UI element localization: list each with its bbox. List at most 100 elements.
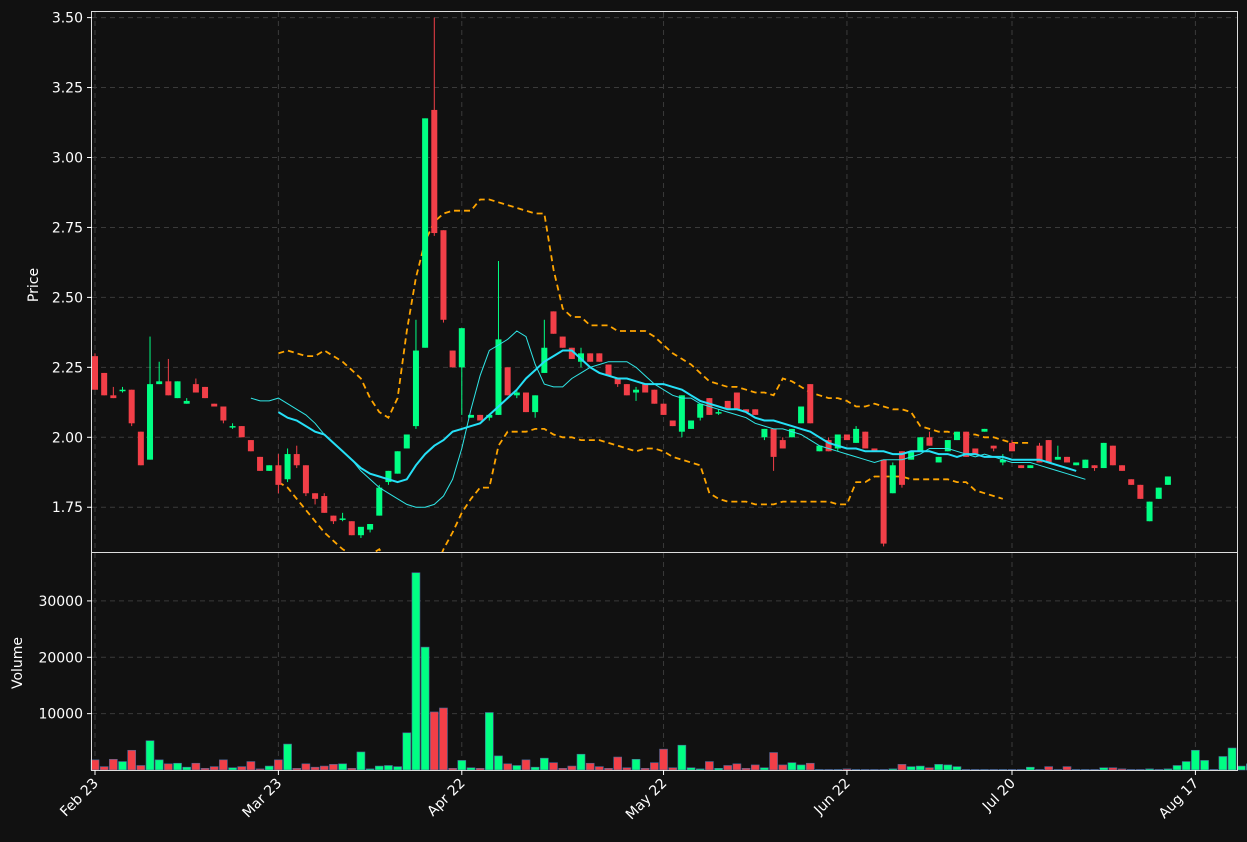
candle-body: [917, 437, 924, 452]
candle-body: [156, 381, 163, 385]
volume-bar: [1026, 766, 1035, 771]
candle-body: [1027, 465, 1034, 469]
candle-body: [1137, 484, 1144, 499]
date-tick-label: Jun 22: [811, 776, 854, 819]
candle-body: [101, 372, 108, 396]
volume-bar: [952, 766, 962, 771]
candle-body: [220, 406, 227, 421]
volume-bars: [90, 572, 1247, 771]
volume-bar: [356, 751, 366, 771]
volume-tick-label: 10000: [38, 707, 83, 723]
volume-bar: [989, 769, 998, 771]
candle-body: [1164, 476, 1171, 485]
volume-bar: [668, 767, 678, 771]
candle-body: [669, 420, 676, 427]
volume-bar: [521, 759, 531, 771]
volume-bar: [723, 765, 733, 771]
volume-bar: [613, 756, 622, 771]
volume-bar: [530, 766, 540, 771]
candle-body: [550, 311, 557, 334]
volume-bar: [411, 572, 421, 771]
candle-body: [633, 389, 640, 393]
volume-bar: [1136, 769, 1145, 771]
volume-tick-label: 20000: [38, 650, 83, 666]
volume-bar: [365, 768, 375, 771]
volume-bar: [677, 744, 687, 771]
volume-bar: [778, 764, 788, 771]
volume-bar: [906, 766, 916, 771]
volume-bar: [833, 769, 843, 771]
candle-body: [697, 403, 704, 418]
candle-body: [247, 440, 254, 452]
volume-bar: [1016, 769, 1026, 771]
volume-bar: [503, 763, 512, 771]
volume-bar: [1090, 769, 1099, 771]
candle-body: [312, 493, 319, 499]
volume-bar: [1154, 769, 1164, 771]
candle-body: [330, 515, 337, 522]
candle-body: [807, 384, 814, 424]
volume-bar: [90, 759, 100, 771]
candle-body: [843, 434, 850, 441]
candle-body: [798, 406, 805, 424]
candle-body: [678, 395, 685, 432]
volume-bar: [374, 765, 384, 771]
volume-bar: [1209, 769, 1219, 771]
date-tick-label: Aug 17: [1156, 776, 1202, 822]
candle-body: [935, 456, 942, 463]
volume-bar: [457, 760, 467, 771]
candle-body: [926, 437, 933, 446]
candle-body: [119, 389, 126, 392]
volume-bar: [347, 768, 357, 771]
upper-band-line: [278, 198, 1031, 444]
volume-bar: [164, 763, 173, 771]
candle-body: [440, 230, 447, 320]
candle-body: [889, 465, 896, 494]
volume-bar: [540, 757, 549, 771]
candle-body: [1119, 465, 1126, 471]
date-tick-label: Apr 22: [424, 776, 468, 820]
volume-bar: [915, 765, 925, 771]
price-tick-label: 2.50: [52, 290, 83, 306]
volume-bar: [622, 767, 632, 771]
price-tick-label: 2.00: [52, 430, 83, 446]
volume-bar: [1200, 760, 1209, 771]
price-panel-frame: [91, 11, 1238, 553]
volume-bar: [879, 769, 888, 771]
volume-bar: [1117, 768, 1127, 771]
price-tick-label: 2.25: [52, 360, 83, 376]
candle-body: [532, 395, 539, 413]
volume-bar: [805, 762, 815, 771]
volume-bar: [191, 762, 201, 771]
price-tick-label: 3.00: [52, 150, 83, 166]
candle-body: [1155, 487, 1162, 499]
volume-bar: [980, 769, 989, 771]
candle-body: [504, 367, 511, 396]
volume-bar: [292, 768, 302, 771]
candle-body: [779, 440, 786, 449]
volume-bar: [1163, 768, 1173, 771]
volume-bar: [897, 764, 907, 771]
volume-bar: [485, 712, 494, 771]
volume-bar: [283, 743, 292, 771]
volume-bar: [1236, 765, 1246, 771]
volume-bar: [640, 768, 650, 771]
candle-body: [623, 384, 630, 396]
volume-bar: [475, 768, 485, 771]
candle-body: [321, 496, 328, 513]
volume-bar: [109, 758, 118, 771]
price-tick-label: 2.75: [52, 220, 83, 236]
volume-bar: [604, 768, 613, 771]
volume-bar: [567, 765, 577, 771]
volume-bar: [549, 762, 558, 771]
volume-bar: [650, 762, 659, 771]
volume-bar: [439, 707, 448, 771]
candle-body: [688, 420, 695, 429]
volume-bar: [173, 762, 182, 771]
axes: 1.75 2.00 2.25 2.50 2.75 3.00 3.25 3.50 10000 200…: [38, 11, 1202, 823]
candle-body: [128, 389, 135, 424]
candle-body: [642, 384, 649, 393]
volume-bar: [741, 768, 751, 771]
candle-body: [110, 395, 117, 399]
volume-bar: [200, 768, 210, 771]
